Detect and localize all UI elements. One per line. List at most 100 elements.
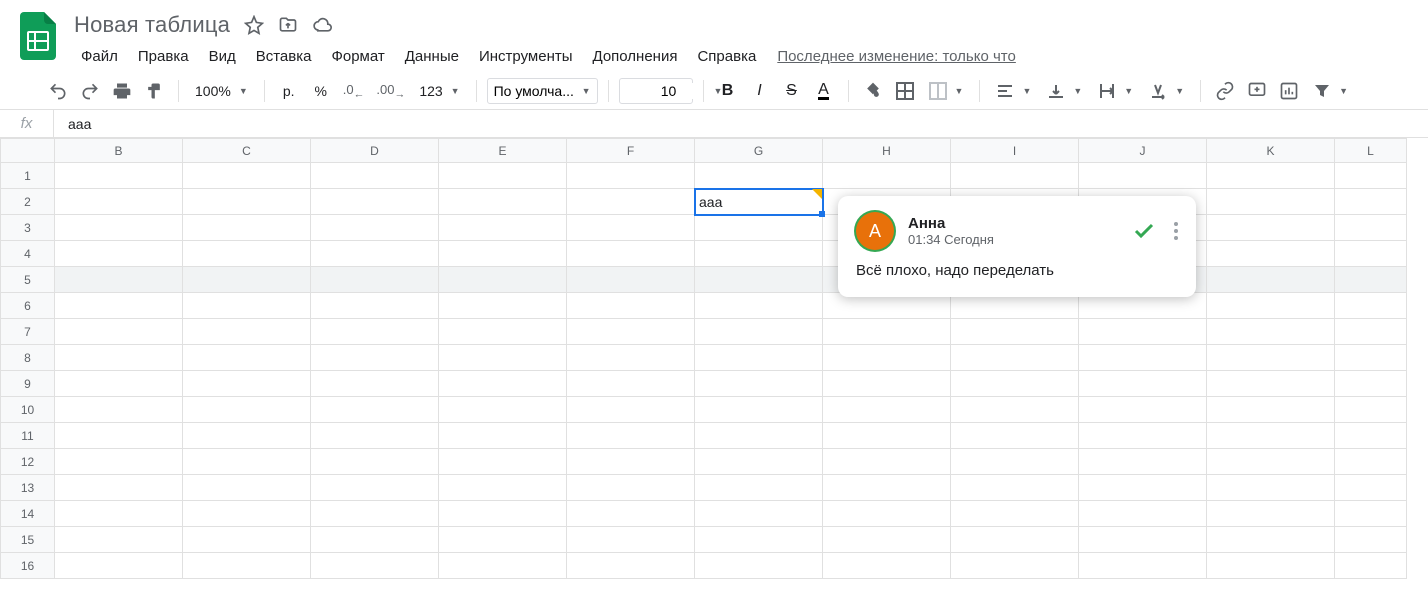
cell[interactable] <box>695 267 823 293</box>
cell[interactable] <box>1335 319 1407 345</box>
cell[interactable] <box>311 527 439 553</box>
cell[interactable] <box>695 527 823 553</box>
cell[interactable] <box>567 449 695 475</box>
cell[interactable] <box>823 423 951 449</box>
cell[interactable] <box>55 293 183 319</box>
cell[interactable] <box>1079 319 1207 345</box>
cell[interactable] <box>695 163 823 189</box>
menu-format[interactable]: Формат <box>322 42 393 71</box>
comment-indicator-icon[interactable] <box>812 189 822 199</box>
cell[interactable] <box>55 241 183 267</box>
cell[interactable] <box>823 501 951 527</box>
cell[interactable] <box>183 501 311 527</box>
font-size-value[interactable] <box>626 83 712 99</box>
cell[interactable] <box>183 241 311 267</box>
cell[interactable] <box>695 241 823 267</box>
cell[interactable] <box>951 475 1079 501</box>
cell[interactable] <box>1207 215 1335 241</box>
cell[interactable] <box>1335 371 1407 397</box>
vertical-align-dropdown[interactable]: ▼ <box>1041 77 1088 105</box>
column-header[interactable]: K <box>1207 139 1335 163</box>
fx-label[interactable]: fx <box>0 110 54 137</box>
cell[interactable] <box>1335 241 1407 267</box>
cell[interactable] <box>55 319 183 345</box>
cell[interactable] <box>1207 501 1335 527</box>
cell[interactable] <box>823 449 951 475</box>
row-header[interactable]: 1 <box>1 163 55 189</box>
cell[interactable] <box>823 553 951 579</box>
column-header[interactable]: E <box>439 139 567 163</box>
column-header[interactable]: H <box>823 139 951 163</box>
row-header[interactable]: 8 <box>1 345 55 371</box>
cell[interactable] <box>1207 241 1335 267</box>
column-header[interactable]: F <box>567 139 695 163</box>
cell[interactable] <box>183 423 311 449</box>
menu-view[interactable]: Вид <box>200 42 245 71</box>
menu-help[interactable]: Справка <box>688 42 765 71</box>
cell[interactable] <box>1079 397 1207 423</box>
row-header[interactable]: 4 <box>1 241 55 267</box>
cell[interactable] <box>55 345 183 371</box>
row-header[interactable]: 14 <box>1 501 55 527</box>
font-family-dropdown[interactable]: ▼ <box>487 78 598 104</box>
cell[interactable] <box>951 501 1079 527</box>
cell[interactable] <box>439 189 567 215</box>
cell[interactable] <box>1207 397 1335 423</box>
borders-button[interactable] <box>891 77 919 105</box>
move-folder-icon[interactable] <box>278 15 298 35</box>
decrease-decimal-button[interactable]: .0← <box>339 77 369 105</box>
cell[interactable] <box>823 345 951 371</box>
font-family-value[interactable] <box>494 83 580 99</box>
cell[interactable] <box>567 345 695 371</box>
cell[interactable] <box>567 293 695 319</box>
cell[interactable] <box>567 215 695 241</box>
cell[interactable] <box>1335 293 1407 319</box>
cell[interactable] <box>951 397 1079 423</box>
cell[interactable] <box>1335 501 1407 527</box>
cell[interactable] <box>311 345 439 371</box>
cell[interactable] <box>1207 553 1335 579</box>
cell[interactable] <box>951 371 1079 397</box>
cell[interactable] <box>823 371 951 397</box>
cell[interactable] <box>1335 345 1407 371</box>
font-size-dropdown[interactable]: ▼ <box>619 78 693 104</box>
cell[interactable] <box>439 215 567 241</box>
cell[interactable] <box>823 527 951 553</box>
cell[interactable] <box>1079 345 1207 371</box>
cell[interactable] <box>439 293 567 319</box>
cell[interactable] <box>1079 527 1207 553</box>
row-header[interactable]: 6 <box>1 293 55 319</box>
cell[interactable] <box>439 553 567 579</box>
cell[interactable] <box>55 553 183 579</box>
cell[interactable] <box>1335 189 1407 215</box>
menu-data[interactable]: Данные <box>396 42 468 71</box>
row-header[interactable]: 12 <box>1 449 55 475</box>
filter-dropdown[interactable]: ▼ <box>1307 77 1354 105</box>
cell[interactable] <box>695 319 823 345</box>
last-edit-link[interactable]: Последнее изменение: только что <box>767 42 1026 71</box>
cell[interactable] <box>311 449 439 475</box>
cell[interactable] <box>439 241 567 267</box>
cell[interactable] <box>183 397 311 423</box>
insert-chart-icon[interactable] <box>1275 77 1303 105</box>
cell[interactable] <box>1079 553 1207 579</box>
zoom-dropdown[interactable]: 100%▼ <box>189 77 254 105</box>
text-rotation-dropdown[interactable]: ▼ <box>1143 77 1190 105</box>
cell[interactable] <box>1335 267 1407 293</box>
cell[interactable] <box>1207 371 1335 397</box>
currency-button[interactable]: р. <box>275 77 303 105</box>
cell[interactable] <box>695 293 823 319</box>
cell[interactable] <box>695 345 823 371</box>
percent-button[interactable]: % <box>307 77 335 105</box>
column-header[interactable]: L <box>1335 139 1407 163</box>
menu-file[interactable]: Файл <box>72 42 127 71</box>
cell[interactable]: aaa <box>695 189 823 215</box>
column-header[interactable]: I <box>951 139 1079 163</box>
menu-tools[interactable]: Инструменты <box>470 42 582 71</box>
cell[interactable] <box>695 371 823 397</box>
cell[interactable] <box>951 319 1079 345</box>
cell[interactable] <box>1335 449 1407 475</box>
cell[interactable] <box>1079 475 1207 501</box>
column-header[interactable]: J <box>1079 139 1207 163</box>
cell[interactable] <box>1207 423 1335 449</box>
